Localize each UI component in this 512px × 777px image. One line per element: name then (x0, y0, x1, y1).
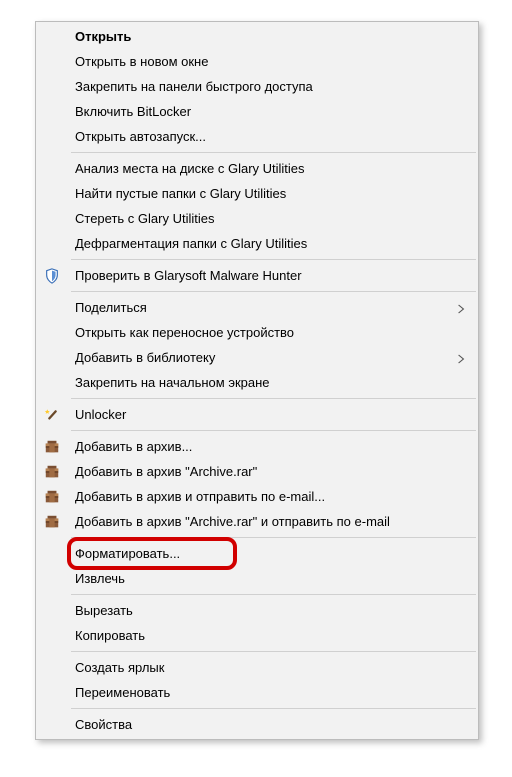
menu-label: Открыть как переносное устройство (75, 325, 447, 340)
winrar-icon (43, 513, 61, 531)
chevron-right-icon (457, 352, 467, 364)
shield-icon (43, 267, 61, 285)
menu-add-library[interactable]: Добавить в библиотеку (37, 345, 477, 370)
separator (71, 259, 476, 260)
menu-glary-disk-analysis[interactable]: Анализ места на диске с Glary Utilities (37, 156, 477, 181)
winrar-icon (43, 488, 61, 506)
menu-label: Добавить в архив "Archive.rar" (75, 464, 447, 479)
separator (71, 594, 476, 595)
context-menu: Открыть Открыть в новом окне Закрепить н… (35, 21, 479, 740)
menu-copy[interactable]: Копировать (37, 623, 477, 648)
menu-open-autorun[interactable]: Открыть автозапуск... (37, 124, 477, 149)
menu-open[interactable]: Открыть (37, 24, 477, 49)
menu-properties[interactable]: Свойства (37, 712, 477, 737)
winrar-icon (43, 438, 61, 456)
menu-label: Добавить в архив... (75, 439, 447, 454)
menu-share[interactable]: Поделиться (37, 295, 477, 320)
menu-label: Переименовать (75, 685, 447, 700)
menu-label: Дефрагментация папки с Glary Utilities (75, 236, 447, 251)
separator (71, 537, 476, 538)
menu-pin-start[interactable]: Закрепить на начальном экране (37, 370, 477, 395)
menu-label: Добавить в архив "Archive.rar" и отправи… (75, 514, 447, 529)
menu-unlocker[interactable]: Unlocker (37, 402, 477, 427)
menu-add-archive-rar[interactable]: Добавить в архив "Archive.rar" (37, 459, 477, 484)
menu-label: Вырезать (75, 603, 447, 618)
separator (71, 398, 476, 399)
menu-label: Найти пустые папки с Glary Utilities (75, 186, 447, 201)
menu-label: Открыть (75, 29, 447, 44)
menu-add-archive[interactable]: Добавить в архив... (37, 434, 477, 459)
menu-label: Открыть автозапуск... (75, 129, 447, 144)
menu-label: Включить BitLocker (75, 104, 447, 119)
menu-label: Поделиться (75, 300, 447, 315)
menu-label: Закрепить на начальном экране (75, 375, 447, 390)
menu-label: Стереть с Glary Utilities (75, 211, 447, 226)
menu-open-portable[interactable]: Открыть как переносное устройство (37, 320, 477, 345)
menu-enable-bitlocker[interactable]: Включить BitLocker (37, 99, 477, 124)
menu-label: Добавить в архив и отправить по e-mail..… (75, 489, 447, 504)
menu-label: Проверить в Glarysoft Malware Hunter (75, 268, 447, 283)
chevron-right-icon (457, 302, 467, 314)
menu-label: Свойства (75, 717, 447, 732)
separator (71, 152, 476, 153)
menu-label: Извлечь (75, 571, 447, 586)
separator (71, 708, 476, 709)
menu-create-shortcut[interactable]: Создать ярлык (37, 655, 477, 680)
menu-glary-defrag[interactable]: Дефрагментация папки с Glary Utilities (37, 231, 477, 256)
menu-glarysoft-check[interactable]: Проверить в Glarysoft Malware Hunter (37, 263, 477, 288)
menu-cut[interactable]: Вырезать (37, 598, 477, 623)
menu-label: Анализ места на диске с Glary Utilities (75, 161, 447, 176)
menu-add-email[interactable]: Добавить в архив и отправить по e-mail..… (37, 484, 477, 509)
winrar-icon (43, 463, 61, 481)
menu-format[interactable]: Форматировать... (37, 541, 477, 566)
menu-extract[interactable]: Извлечь (37, 566, 477, 591)
menu-label: Закрепить на панели быстрого доступа (75, 79, 447, 94)
separator (71, 651, 476, 652)
menu-glary-erase[interactable]: Стереть с Glary Utilities (37, 206, 477, 231)
menu-rename[interactable]: Переименовать (37, 680, 477, 705)
menu-add-rar-email[interactable]: Добавить в архив "Archive.rar" и отправи… (37, 509, 477, 534)
menu-open-new-window[interactable]: Открыть в новом окне (37, 49, 477, 74)
menu-label: Добавить в библиотеку (75, 350, 447, 365)
separator (71, 291, 476, 292)
separator (71, 430, 476, 431)
menu-glary-find-empty[interactable]: Найти пустые папки с Glary Utilities (37, 181, 477, 206)
menu-label: Копировать (75, 628, 447, 643)
menu-label: Создать ярлык (75, 660, 447, 675)
menu-label: Форматировать... (75, 546, 447, 561)
wand-icon (43, 406, 61, 424)
menu-label: Unlocker (75, 407, 447, 422)
menu-pin-quick-access[interactable]: Закрепить на панели быстрого доступа (37, 74, 477, 99)
menu-label: Открыть в новом окне (75, 54, 447, 69)
